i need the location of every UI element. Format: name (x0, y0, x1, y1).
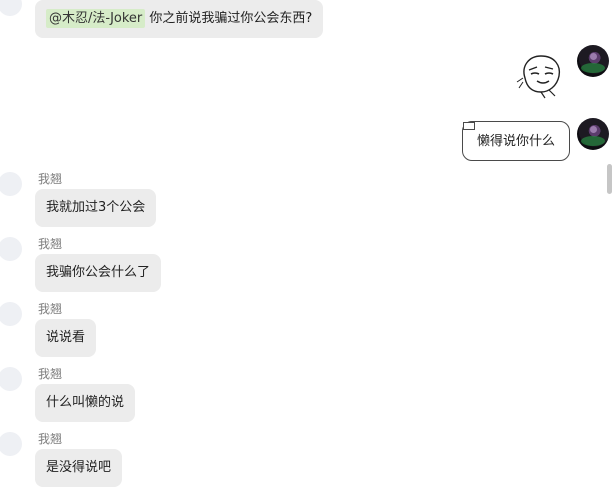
message-bubble[interactable]: 我骗你公会什么了 (35, 254, 162, 292)
message-bubble[interactable]: 懒得说你什么 (462, 121, 570, 161)
avatar[interactable] (0, 0, 22, 16)
message-bubble[interactable]: 说说看 (35, 319, 97, 357)
scrollbar-thumb[interactable] (607, 164, 612, 194)
message-text: 我就加过3个公会 (46, 200, 146, 215)
avatar[interactable] (0, 367, 22, 391)
avatar[interactable] (0, 302, 22, 326)
message-text: 我骗你公会什么了 (46, 265, 151, 280)
sender-name: 我翘 (38, 172, 63, 186)
message-bubble[interactable]: 什么叫懒的说 (35, 384, 136, 422)
message-text: 懒得说你什么 (476, 134, 555, 149)
mention-tag[interactable]: @木忍/法-Joker (46, 9, 146, 28)
message-text: 说说看 (46, 330, 86, 345)
avatar[interactable] (0, 432, 22, 456)
sender-name: 我翘 (38, 237, 63, 251)
message-bubble[interactable]: 我就加过3个公会 (35, 189, 157, 227)
avatar[interactable] (0, 237, 22, 261)
message-text: 什么叫懒的说 (46, 395, 125, 410)
sender-name: 我翘 (38, 432, 63, 446)
meme-face-sticker-icon (516, 55, 561, 99)
message-text: 是没得说吧 (46, 460, 112, 475)
message-bubble[interactable]: 是没得说吧 (35, 449, 123, 487)
avatar[interactable] (577, 45, 609, 77)
chat-window: @木忍/法-Joker 你之前说我骗过你公会东西? 懒得说你什么 我翘 我就加过… (0, 0, 613, 493)
bubble-corner-decoration (463, 122, 475, 130)
message-text: 你之前说我骗过你公会东西? (145, 11, 313, 26)
sender-name: 我翘 (38, 302, 63, 316)
avatar[interactable] (0, 172, 22, 196)
sender-name: 我翘 (38, 367, 63, 381)
message-bubble[interactable]: @木忍/法-Joker 你之前说我骗过你公会东西? (35, 0, 324, 38)
avatar[interactable] (577, 118, 609, 150)
